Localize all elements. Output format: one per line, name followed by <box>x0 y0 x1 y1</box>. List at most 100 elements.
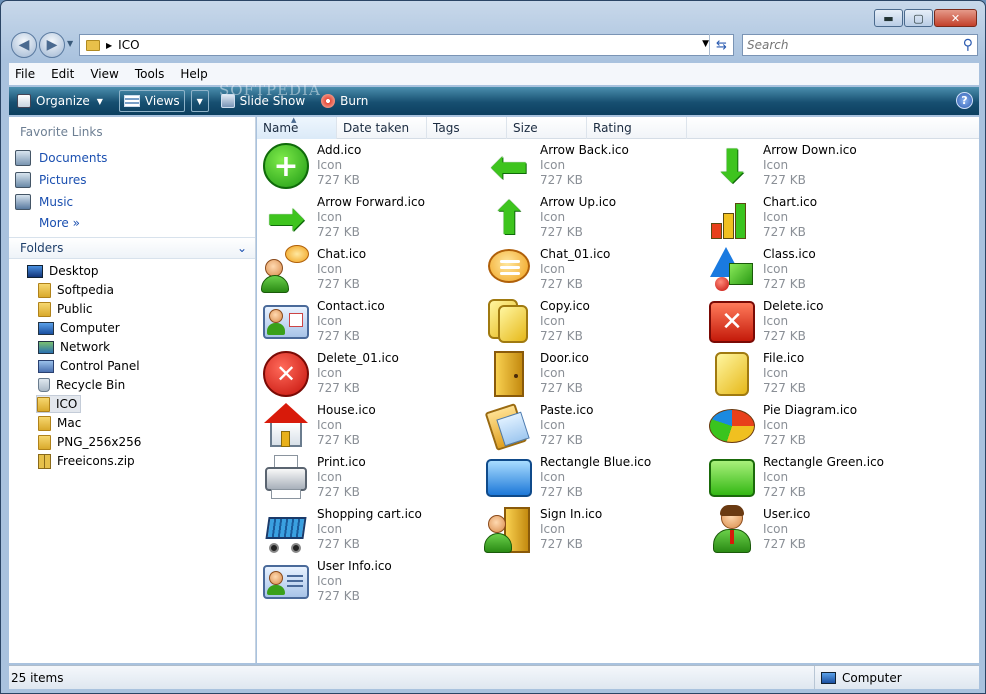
search-box[interactable]: ⚲ <box>742 34 978 56</box>
file-item-door[interactable]: Door.ico Icon 727 KB <box>484 349 704 401</box>
file-item-chart[interactable]: Chart.ico Icon 727 KB <box>707 193 927 245</box>
file-item-user[interactable]: User.ico Icon 727 KB <box>707 505 927 557</box>
tree-item-softpedia[interactable]: Softpedia <box>38 281 117 299</box>
search-input[interactable] <box>743 38 953 52</box>
file-item-copy[interactable]: Copy.ico Icon 727 KB <box>484 297 704 349</box>
burn-button[interactable]: Burn <box>321 94 368 108</box>
file-type: Icon <box>317 470 343 484</box>
back-arrow-icon: ◀ <box>18 37 30 53</box>
file-size: 727 KB <box>317 225 360 239</box>
tree-item-label: Computer <box>60 321 120 335</box>
file-size: 727 KB <box>763 485 806 499</box>
breadcrumb-ico[interactable]: ICO <box>118 38 139 52</box>
file-item-shopping-cart[interactable]: Shopping cart.ico Icon 727 KB <box>261 505 481 557</box>
file-item-user-info[interactable]: User Info.ico Icon 727 KB <box>261 557 481 609</box>
folder-icon <box>38 415 51 431</box>
tree-item-label: Mac <box>57 416 82 430</box>
file-type: Icon <box>317 314 343 328</box>
file-item-arrow-down[interactable]: ⬇ Arrow Down.ico Icon 727 KB <box>707 141 927 193</box>
tree-item-control-panel[interactable]: Control Panel <box>38 357 143 375</box>
favorite-music[interactable]: Music <box>15 194 73 210</box>
file-item-arrow-up[interactable]: ⬆ Arrow Up.ico Icon 727 KB <box>484 193 704 245</box>
views-dropdown-button[interactable]: ▼ <box>190 90 209 112</box>
help-button[interactable]: ? <box>956 92 973 109</box>
close-button[interactable]: ✕ <box>934 9 977 27</box>
file-item-sign-in[interactable]: Sign In.ico Icon 727 KB <box>484 505 704 557</box>
file-item-house[interactable]: House.ico Icon 727 KB <box>261 401 481 453</box>
file-item-delete-01[interactable]: ✕ Delete_01.ico Icon 727 KB <box>261 349 481 401</box>
file-item-rectangle-green[interactable]: Rectangle Green.ico Icon 727 KB <box>707 453 927 505</box>
zip-icon <box>38 453 51 469</box>
file-item-add[interactable]: + Add.ico Icon 727 KB <box>261 141 481 193</box>
file-type: Icon <box>763 314 789 328</box>
tree-item-freeicons-zip[interactable]: Freeicons.zip <box>38 452 138 470</box>
views-button[interactable]: Views <box>118 90 185 112</box>
tree-item-label: Public <box>57 302 93 316</box>
favorite-documents[interactable]: Documents <box>15 150 107 166</box>
file-item-arrow-forward[interactable]: ➡ Arrow Forward.ico Icon 727 KB <box>261 193 481 245</box>
documents-icon <box>15 150 31 166</box>
tree-item-network[interactable]: Network <box>38 338 113 356</box>
tree-item-recycle-bin[interactable]: Recycle Bin <box>38 376 128 394</box>
file-name: Class.ico <box>763 247 816 261</box>
file-item-arrow-back[interactable]: ⬅ Arrow Back.ico Icon 727 KB <box>484 141 704 193</box>
forward-button[interactable]: ▶ <box>39 32 65 58</box>
menu-file[interactable]: File <box>15 67 35 81</box>
file-item-class[interactable]: Class.ico Icon 727 KB <box>707 245 927 297</box>
refresh-button[interactable]: ⇆ <box>709 34 733 56</box>
tree-item-label: Recycle Bin <box>56 378 126 392</box>
breadcrumb-arrow-icon[interactable]: ▶ <box>106 41 112 50</box>
file-item-paste[interactable]: Paste.ico Icon 727 KB <box>484 401 704 453</box>
file-item-file[interactable]: File.ico Icon 727 KB <box>707 349 927 401</box>
chart-icon <box>707 193 757 243</box>
folder-icon <box>37 396 50 412</box>
file-item-rectangle-blue[interactable]: Rectangle Blue.ico Icon 727 KB <box>484 453 704 505</box>
file-size: 727 KB <box>540 485 583 499</box>
file-item-chat[interactable]: Chat.ico Icon 727 KB <box>261 245 481 297</box>
file-item-delete[interactable]: ✕ Delete.ico Icon 727 KB <box>707 297 927 349</box>
menu-tools[interactable]: Tools <box>135 67 165 81</box>
file-item-contact[interactable]: Contact.ico Icon 727 KB <box>261 297 481 349</box>
folders-title: Folders <box>20 241 64 255</box>
column-tags[interactable]: Tags <box>427 117 507 139</box>
column-label: Rating <box>593 121 632 135</box>
rectangle-blue-icon <box>484 453 534 503</box>
favorite-pictures[interactable]: Pictures <box>15 172 87 188</box>
minimize-button[interactable]: ▬ <box>874 9 903 27</box>
file-name: Copy.ico <box>540 299 590 313</box>
file-type: Icon <box>763 470 789 484</box>
recent-pages-dropdown-icon[interactable]: ▼ <box>67 39 73 48</box>
back-button[interactable]: ◀ <box>11 32 37 58</box>
address-dropdown-icon[interactable]: ▼ <box>702 39 709 49</box>
menu-help[interactable]: Help <box>180 67 207 81</box>
tree-item-public[interactable]: Public <box>38 300 96 318</box>
file-name: Rectangle Green.ico <box>763 455 885 469</box>
file-list-pane: ▲ Name Date taken Tags Size Rating + Add… <box>257 116 979 663</box>
tree-item-ico[interactable]: ICO <box>36 395 82 413</box>
maximize-button[interactable]: ▢ <box>904 9 933 27</box>
column-name[interactable]: ▲ Name <box>257 116 337 139</box>
column-date-taken[interactable]: Date taken <box>337 117 427 139</box>
search-icon[interactable]: ⚲ <box>963 37 973 53</box>
class-icon <box>707 245 757 295</box>
pie-diagram-icon <box>707 401 757 451</box>
address-bar[interactable]: ▶ ICO ▼ <box>79 34 734 56</box>
tree-item-label: Freeicons.zip <box>57 454 135 468</box>
folders-header[interactable]: Folders ⌄ <box>9 237 255 259</box>
menu-view[interactable]: View <box>90 67 118 81</box>
file-name: Arrow Back.ico <box>540 143 629 157</box>
command-bar: Organize ▼ Views ▼ Slide Show Burn ? <box>9 87 979 115</box>
menu-edit[interactable]: Edit <box>51 67 74 81</box>
file-item-pie-diagram[interactable]: Pie Diagram.ico Icon 727 KB <box>707 401 927 453</box>
more-links[interactable]: More » <box>39 216 80 230</box>
tree-item-png-256x256[interactable]: PNG_256x256 <box>38 433 144 451</box>
file-item-print[interactable]: Print.ico Icon 727 KB <box>261 453 481 505</box>
tree-item-desktop[interactable]: Desktop <box>27 262 102 280</box>
file-item-chat-01[interactable]: Chat_01.ico Icon 727 KB <box>484 245 704 297</box>
tree-item-computer[interactable]: Computer <box>38 319 123 337</box>
column-rating[interactable]: Rating <box>587 117 687 139</box>
file-size: 727 KB <box>540 277 583 291</box>
tree-item-mac[interactable]: Mac <box>38 414 84 432</box>
column-size[interactable]: Size <box>507 117 587 139</box>
organize-button[interactable]: Organize ▼ <box>17 94 103 108</box>
